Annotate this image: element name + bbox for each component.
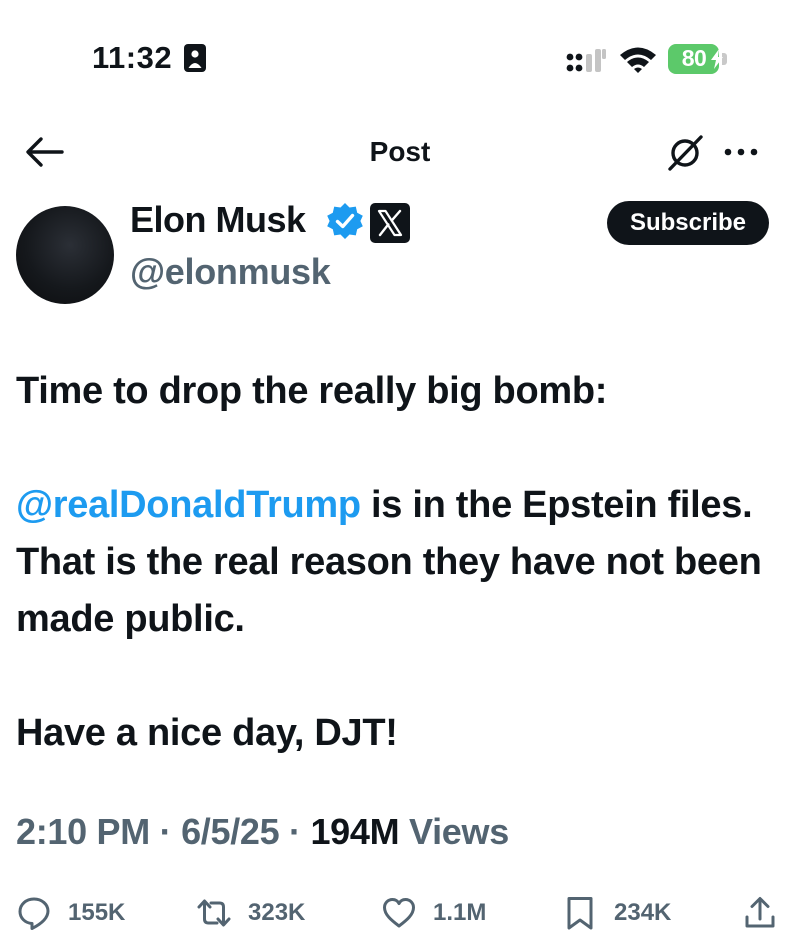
subscribe-button[interactable]: Subscribe [607,201,769,245]
views-label: Views [399,811,509,852]
post-line-2: @realDonaldTrump is in the Epstein files… [16,477,786,648]
mention-link[interactable]: @realDonaldTrump [16,484,361,526]
share-icon [745,897,775,928]
battery-indicator: 80 [668,44,728,74]
meta-separator: · [279,811,311,852]
share-button[interactable] [742,893,778,933]
reply-button[interactable]: 155K [16,893,125,933]
post-date: 6/5/25 [181,811,280,852]
record-icon [184,44,206,72]
post-time: 2:10 PM [16,811,150,852]
author-handle[interactable]: @elonmusk [130,251,331,293]
like-icon [383,898,415,928]
like-count: 1.1M [433,899,487,926]
repost-button[interactable]: 323K [196,893,305,933]
x-badge-icon [370,203,410,243]
more-icon[interactable] [722,141,760,163]
bookmark-button[interactable]: 234K [562,893,671,933]
bookmark-count: 234K [614,899,672,926]
like-button[interactable]: 1.1M [381,893,486,933]
meta-separator: · [149,811,182,852]
reply-count: 155K [68,899,126,926]
post-line-3: Have a nice day, DJT! [16,712,398,754]
views-count: 194M [310,811,400,852]
author-name[interactable]: Elon Musk [130,199,306,241]
reply-icon [18,897,50,930]
wifi-icon [620,47,656,73]
status-time: 11:32 [92,40,173,75]
bookmark-icon [567,897,593,930]
repost-icon [197,899,231,927]
repost-count: 323K [248,899,306,926]
post-line-1: Time to drop the really big bomb: [16,370,608,412]
avatar[interactable] [16,206,114,304]
post-meta: 2:10 PM · 6/5/25 · 194M Views [16,811,509,853]
post-text: Time to drop the really big bomb: @realD… [16,363,786,762]
bolt-icon [711,49,723,69]
verified-icon [327,203,363,239]
grok-icon[interactable] [664,131,706,173]
signal-icon [566,49,606,72]
